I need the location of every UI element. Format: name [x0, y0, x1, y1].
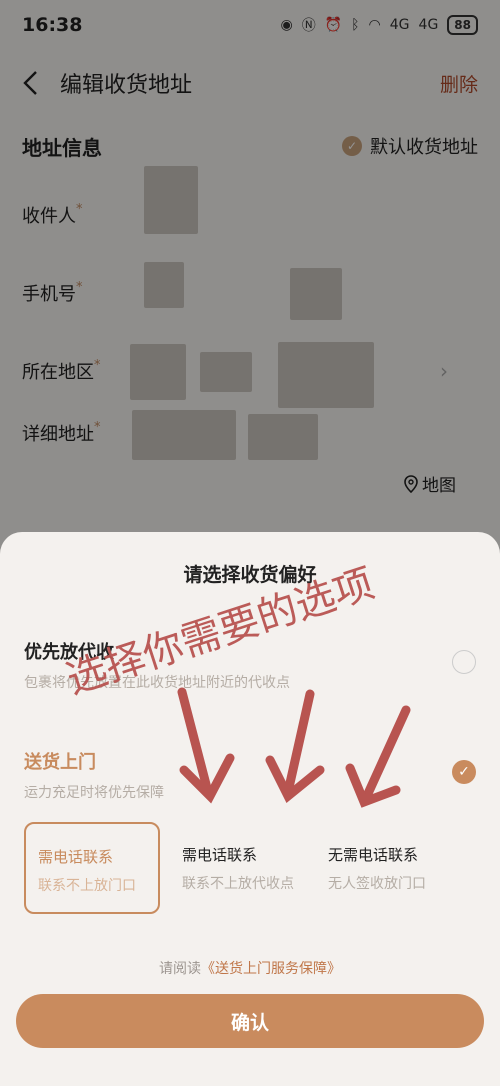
- sub-option-subtitle: 联系不上放门口: [38, 878, 136, 894]
- agreement-prefix: 请阅读: [159, 961, 201, 977]
- sub-option-subtitle: 无人签收放门口: [328, 876, 426, 892]
- agreement-text: 请阅读《送货上门服务保障》: [0, 958, 500, 978]
- sub-option-call-leave-door[interactable]: 需电话联系 联系不上放门口: [24, 822, 160, 914]
- arrow-down-icon: [177, 687, 235, 804]
- sub-option-title: 需电话联系: [182, 846, 258, 864]
- sub-option-title: 无需电话联系: [328, 846, 419, 864]
- sub-option-call-leave-pickup[interactable]: 需电话联系 联系不上放代收点: [170, 822, 306, 914]
- sub-option-title: 需电话联系: [38, 848, 114, 866]
- arrow-down-left-icon: [345, 705, 411, 808]
- option-pickup-radio[interactable]: [452, 650, 476, 674]
- sub-option-subtitle: 联系不上放代收点: [182, 876, 294, 892]
- arrow-down-icon: [265, 689, 325, 804]
- service-guarantee-link[interactable]: 《送货上门服务保障》: [201, 961, 341, 977]
- confirm-button[interactable]: 确认: [16, 994, 484, 1048]
- door-delivery-sub-options: 需电话联系 联系不上放门口 需电话联系 联系不上放代收点 无需电话联系 无人签收…: [24, 822, 476, 914]
- annotation-arrows: [177, 687, 411, 808]
- sub-option-no-call[interactable]: 无需电话联系 无人签收放门口: [316, 822, 452, 914]
- option-door-radio-checked[interactable]: ✓: [452, 760, 476, 784]
- sheet-title: 请选择收货偏好: [183, 564, 317, 586]
